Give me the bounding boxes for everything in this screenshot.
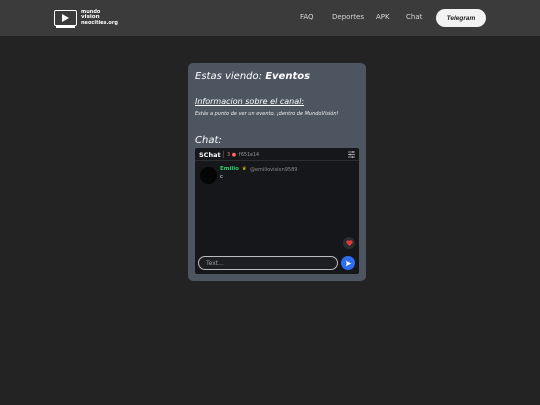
nav-chat[interactable]: Chat bbox=[406, 13, 422, 21]
site-logo[interactable]: mundo vision neocities.org bbox=[54, 7, 118, 29]
info-heading: Informacion sobre el canal: bbox=[195, 97, 305, 106]
chat-heading: Chat: bbox=[195, 135, 222, 146]
send-icon bbox=[345, 260, 351, 266]
title-prefix: Estas viendo: bbox=[195, 71, 262, 82]
chat-message: Emilio ♛ @emiliovision9589 c bbox=[200, 166, 350, 186]
channel-card: Estas viendo: Eventos Informacion sobre … bbox=[188, 63, 366, 281]
tv-stand-icon bbox=[56, 26, 75, 28]
navbar: mundo vision neocities.org FAQ Deportes … bbox=[0, 0, 540, 36]
nav-apk[interactable]: APK bbox=[376, 13, 390, 21]
user-icon: ● bbox=[231, 152, 237, 158]
heart-icon bbox=[345, 240, 353, 246]
settings-sliders-icon[interactable] bbox=[348, 151, 355, 158]
nav-deportes[interactable]: Deportes bbox=[332, 13, 364, 21]
tv-play-icon bbox=[54, 10, 77, 26]
chat-input[interactable] bbox=[198, 256, 338, 270]
message-handle: @emiliovision9589 bbox=[250, 166, 298, 173]
channel-name: Eventos bbox=[265, 71, 311, 82]
online-count: 3 ● bbox=[227, 152, 237, 158]
chat-header: SChat 3 ● f651e14 bbox=[195, 148, 359, 161]
message-text: c bbox=[220, 174, 224, 180]
nav-faq[interactable]: FAQ bbox=[300, 13, 314, 21]
chat-widget: SChat 3 ● f651e14 Emilio ♛ @emiliovision… bbox=[195, 148, 359, 274]
page-title: Estas viendo: Eventos bbox=[195, 71, 310, 82]
room-id: f651e14 bbox=[238, 152, 260, 158]
logo-text: mundo vision neocities.org bbox=[81, 9, 118, 27]
message-username[interactable]: Emilio bbox=[220, 166, 239, 172]
heart-button[interactable] bbox=[343, 237, 355, 249]
send-button[interactable] bbox=[341, 256, 355, 270]
crown-icon: ♛ bbox=[242, 166, 247, 172]
telegram-button[interactable]: Telegram bbox=[436, 9, 486, 27]
logo-line-3: neocities.org bbox=[81, 19, 118, 26]
info-text: Estás a punto de ver un evento, ¡dentro … bbox=[195, 111, 339, 117]
chat-brand: SChat bbox=[199, 151, 221, 159]
header-divider bbox=[223, 151, 224, 158]
avatar[interactable] bbox=[200, 167, 217, 184]
